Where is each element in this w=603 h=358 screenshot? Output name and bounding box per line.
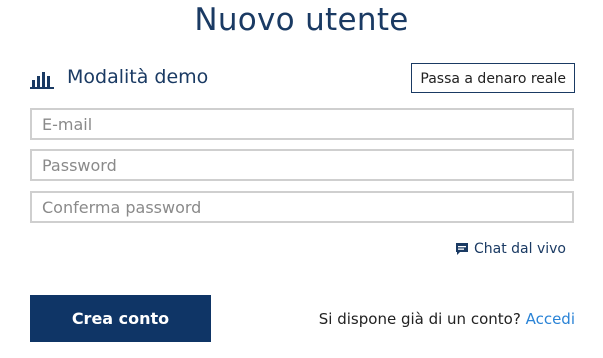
bar-chart-icon [30,72,54,89]
create-account-button[interactable]: Crea conto [30,295,211,342]
confirm-password-field[interactable] [30,191,574,223]
login-prompt-text: Si dispone già di un conto? [318,310,521,328]
demo-mode-label: Modalità demo [67,66,209,88]
email-field[interactable] [30,108,574,140]
switch-to-real-money-button[interactable]: Passa a denaro reale [411,63,575,93]
mode-row: Modalità demo Passa a denaro reale [30,63,575,95]
live-chat-link[interactable]: Chat dal vivo [455,241,566,257]
password-field[interactable] [30,149,574,181]
chat-bubble-icon [456,243,468,255]
page-title: Nuovo utente [194,2,409,38]
login-link[interactable]: Accedi [526,310,575,328]
login-prompt-row: Si dispone già di un conto? Accedi [319,310,575,328]
signup-page: Nuovo utente Modalità demo Passa a denar… [0,0,603,358]
live-chat-label: Chat dal vivo [474,241,566,257]
